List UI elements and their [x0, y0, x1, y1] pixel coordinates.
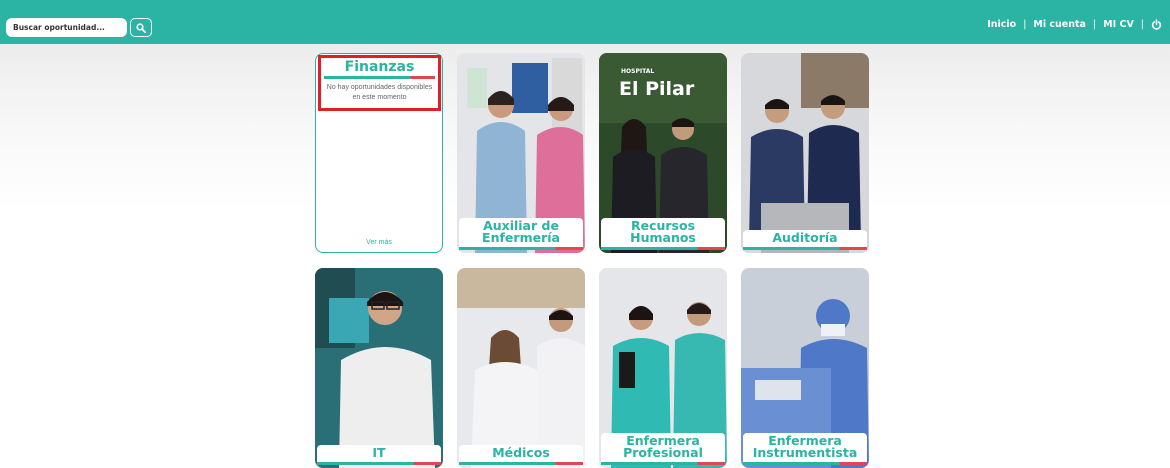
- search-icon: [136, 22, 146, 33]
- card-label: Enfermera Instrumentista: [743, 433, 867, 465]
- logout-button[interactable]: [1151, 19, 1162, 30]
- category-card-finanzas[interactable]: Finanzas No hay oportunidades disponible…: [315, 53, 443, 253]
- top-navigation-bar: Inicio | Mi cuenta | MI CV |: [0, 0, 1170, 44]
- nav-mi-cv-link[interactable]: MI CV: [1103, 19, 1134, 30]
- card-label: Recursos Humanos: [601, 218, 725, 250]
- search-input[interactable]: [6, 18, 127, 37]
- search-button[interactable]: [130, 18, 152, 37]
- nav-inicio-link[interactable]: Inicio: [987, 19, 1016, 30]
- category-card-medicos[interactable]: Médicos: [457, 268, 585, 468]
- category-card-it[interactable]: IT: [315, 268, 443, 468]
- sign-small-text: HOSPITAL: [621, 68, 654, 75]
- power-icon: [1151, 19, 1162, 30]
- card-label: Auditoría: [743, 230, 867, 250]
- nav-separator: |: [1092, 19, 1097, 30]
- nav-separator: |: [1140, 19, 1144, 30]
- nav-mi-cuenta-link[interactable]: Mi cuenta: [1033, 19, 1086, 30]
- category-card-enfermera-instrumentista[interactable]: Enfermera Instrumentista: [741, 268, 869, 468]
- category-card-enfermera-profesional[interactable]: Enfermera Profesional: [599, 268, 727, 468]
- no-opportunities-message: No hay oportunidades disponibles en este…: [326, 84, 433, 101]
- finanzas-highlight-box: Finanzas No hay oportunidades disponible…: [318, 55, 441, 111]
- card-label: IT: [317, 445, 441, 465]
- category-card-recursos-humanos[interactable]: HOSPITAL El Pilar Recursos Humanos: [599, 53, 727, 253]
- card-label: Enfermera Profesional: [601, 433, 725, 465]
- card-photo: [315, 268, 443, 468]
- finanzas-title: Finanzas: [344, 59, 415, 75]
- card-label: Auxiliar de Enfermería: [459, 218, 583, 250]
- category-card-auxiliar-enfermeria[interactable]: Auxiliar de Enfermería: [457, 53, 585, 253]
- search-bar: [6, 18, 152, 37]
- card-photo: [457, 268, 585, 468]
- user-nav: Inicio | Mi cuenta | MI CV |: [987, 19, 1162, 30]
- hospital-sign-text: El Pilar: [619, 78, 695, 100]
- category-card-auditoria[interactable]: Auditoría: [741, 53, 869, 253]
- ver-mas-link[interactable]: Ver más: [316, 239, 442, 246]
- card-photo: [741, 53, 869, 253]
- nav-separator: |: [1023, 19, 1027, 30]
- card-label: Médicos: [459, 445, 583, 465]
- title-underline: [324, 76, 435, 79]
